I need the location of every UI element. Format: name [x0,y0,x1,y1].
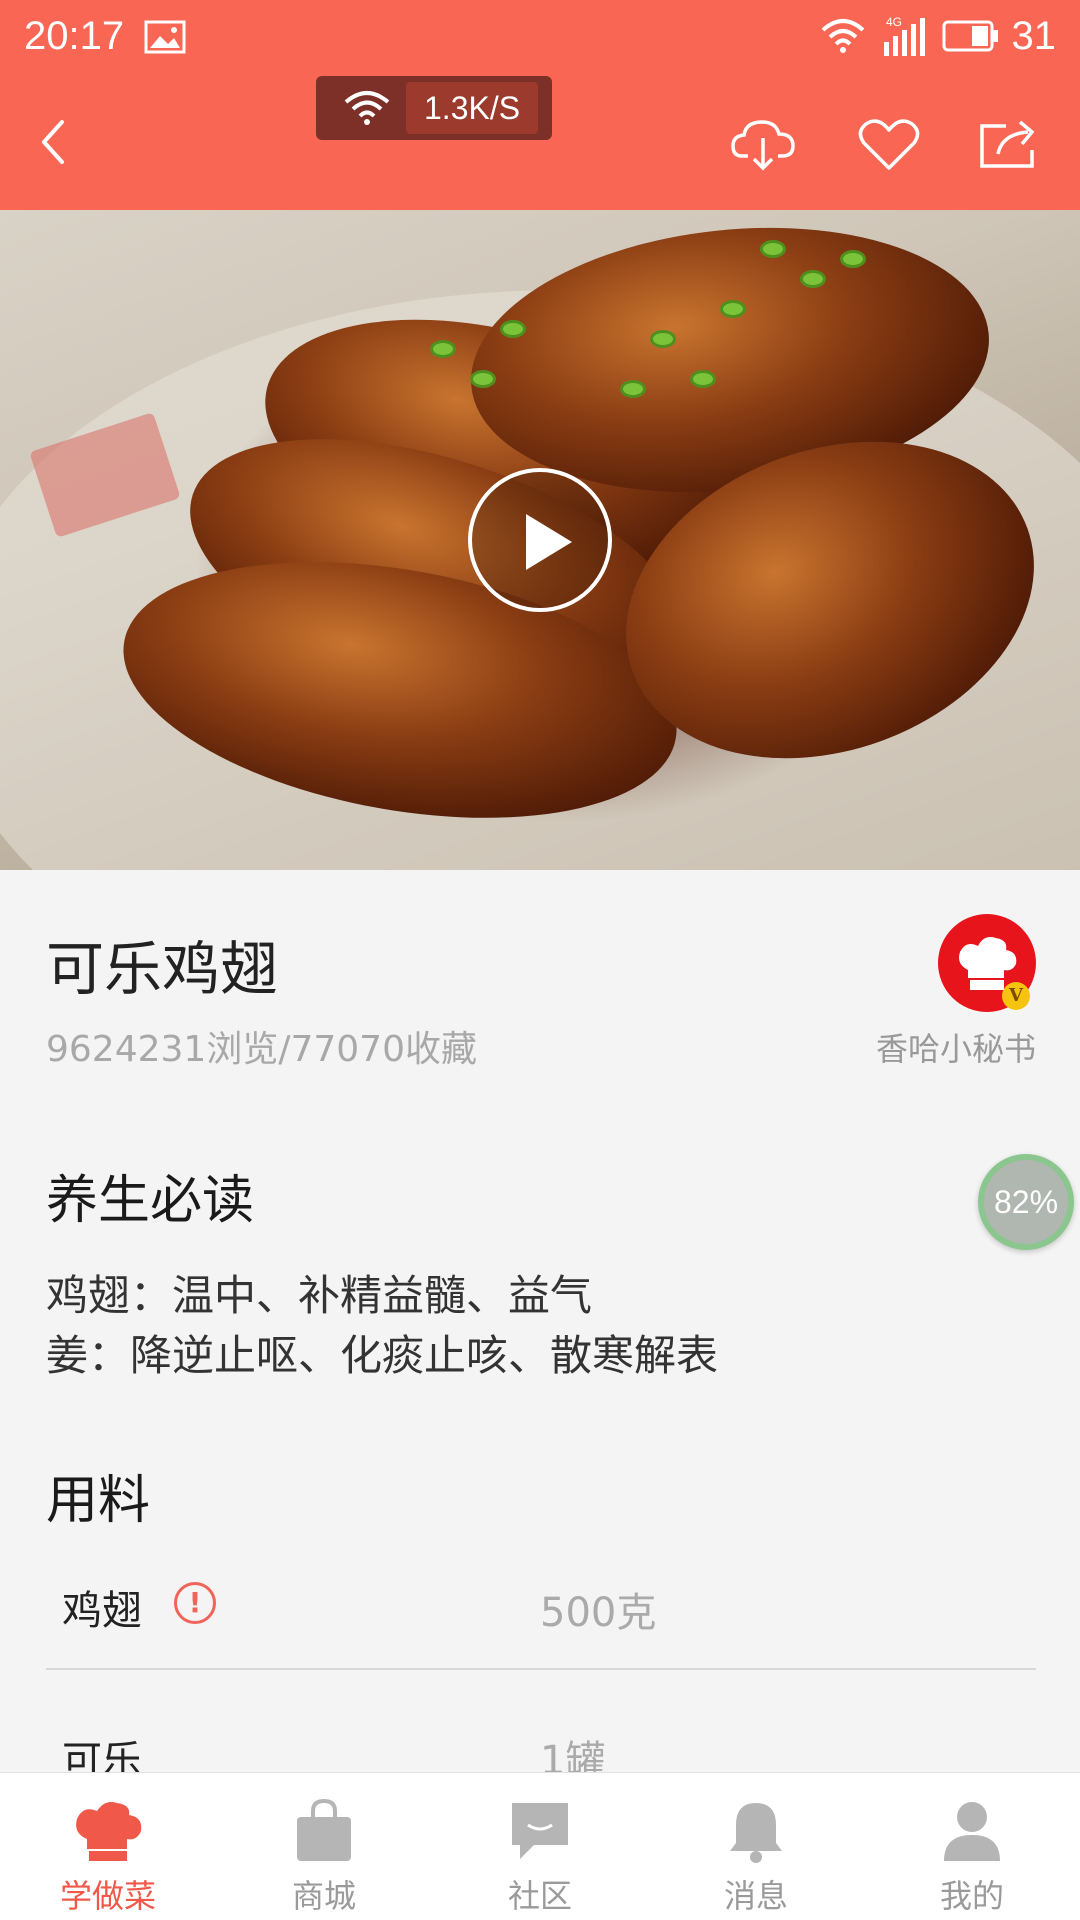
divider [46,1668,1036,1670]
scallion-garnish [650,330,676,348]
bottom-nav: 学做菜 商城 社区 消息 我的 [0,1772,1080,1920]
tab-label: 我的 [939,1877,1004,1915]
chef-hat-icon [76,1802,142,1861]
scallion-garnish [800,270,826,288]
tab-label: 社区 [507,1877,572,1915]
health-line: 姜：降逆止呕、化痰止咳、散寒解表 [46,1331,719,1380]
network-speed-indicator: 1.3K/S [316,76,552,140]
tab-label: 消息 [723,1877,788,1915]
scallion-garnish [720,300,746,318]
warning-icon[interactable]: ! [174,1582,216,1624]
share-icon[interactable] [976,116,1042,172]
tab-community[interactable]: 社区 [432,1773,648,1920]
network-speed-value: 1.3K/S [406,82,539,134]
author-name[interactable]: 香哈小秘书 [876,1024,1036,1070]
status-bar: 20:17 4G 31 [0,0,1080,72]
tab-messages[interactable]: 消息 [648,1773,864,1920]
recipe-title: 可乐鸡翅 [46,935,279,1003]
verified-badge: V [1002,982,1030,1010]
play-video-button[interactable] [468,468,612,612]
ingredient-amount: 500克 [540,1590,657,1636]
tab-mall[interactable]: 商城 [216,1773,432,1920]
speed-wifi-icon [344,91,390,125]
heart-icon[interactable] [856,116,922,172]
tab-label: 商城 [291,1877,356,1915]
play-icon [526,514,572,570]
tab-profile[interactable]: 我的 [864,1773,1080,1920]
scallion-garnish [430,340,456,358]
image-notification-icon [144,20,186,54]
health-heading: 养生必读 [46,1171,255,1231]
tab-label: 学做菜 [59,1877,156,1915]
status-right-group: 4G 31 [806,10,1057,62]
tab-learn-cooking[interactable]: 学做菜 [0,1773,216,1920]
bell-icon [730,1803,782,1863]
network-type-label: 4G [886,15,902,29]
scallion-garnish [840,250,866,268]
scallion-garnish [470,370,496,388]
recipe-video-cover[interactable] [0,210,1080,870]
wifi-status-icon [821,19,864,53]
ingredients-heading: 用料 [46,1471,151,1531]
battery-level: 31 [1011,13,1057,58]
nav-bar: 1.3K/S [0,72,1080,210]
back-arrow-icon[interactable] [36,116,76,168]
recipe-header: 可乐鸡翅 9624231浏览/77070收藏 V 香哈小秘书 [0,870,1080,1100]
recipe-stats: 9624231浏览/77070收藏 [46,1029,477,1070]
app-header: 20:17 4G 31 1.3K/S [0,0,1080,210]
progress-badge[interactable]: 82% [978,1154,1074,1250]
scallion-garnish [620,380,646,398]
cell-signal-icon: 4G [883,15,925,56]
chat-bubble-icon [512,1803,568,1859]
ingredient-name: 鸡翅 [62,1588,142,1634]
status-time: 20:17 [24,14,125,58]
shopping-bag-icon [297,1799,351,1861]
battery-icon [942,20,998,52]
user-icon [944,1802,1000,1861]
scallion-garnish [690,370,716,388]
scallion-garnish [760,240,786,258]
health-line: 鸡翅：温中、补精益髓、益气 [46,1271,593,1320]
scallion-garnish [500,320,526,338]
cloud-download-icon[interactable] [730,116,796,172]
